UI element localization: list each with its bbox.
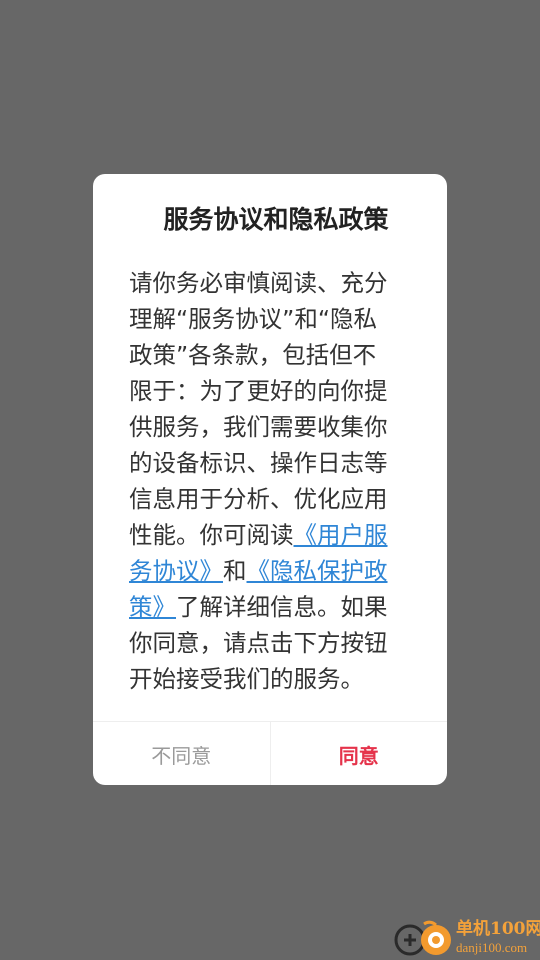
watermark: 单机100网 danji100.com bbox=[392, 918, 540, 960]
dialog-title: 服务协议和隐私政策 bbox=[163, 205, 389, 234]
disagree-button[interactable]: 不同意 bbox=[93, 722, 271, 785]
body-prefix: 请你务必审慎阅读、充分理解“服务协议”和“隐私政策”各条款，包括但不限于：为了更… bbox=[129, 269, 388, 549]
dialog-button-row: 不同意 同意 bbox=[93, 721, 447, 785]
dialog-body: 请你务必审慎阅读、充分理解“服务协议”和“隐私政策”各条款，包括但不限于：为了更… bbox=[129, 265, 395, 697]
watermark-domain: danji100.com bbox=[456, 940, 528, 955]
privacy-dialog: 服务协议和隐私政策 请你务必审慎阅读、充分理解“服务协议”和“隐私政策”各条款，… bbox=[93, 174, 447, 785]
watermark-name: 单机100网 bbox=[456, 919, 540, 939]
body-and: 和 bbox=[223, 557, 247, 585]
agree-button[interactable]: 同意 bbox=[271, 722, 448, 785]
danji-logo-icon bbox=[394, 920, 451, 956]
